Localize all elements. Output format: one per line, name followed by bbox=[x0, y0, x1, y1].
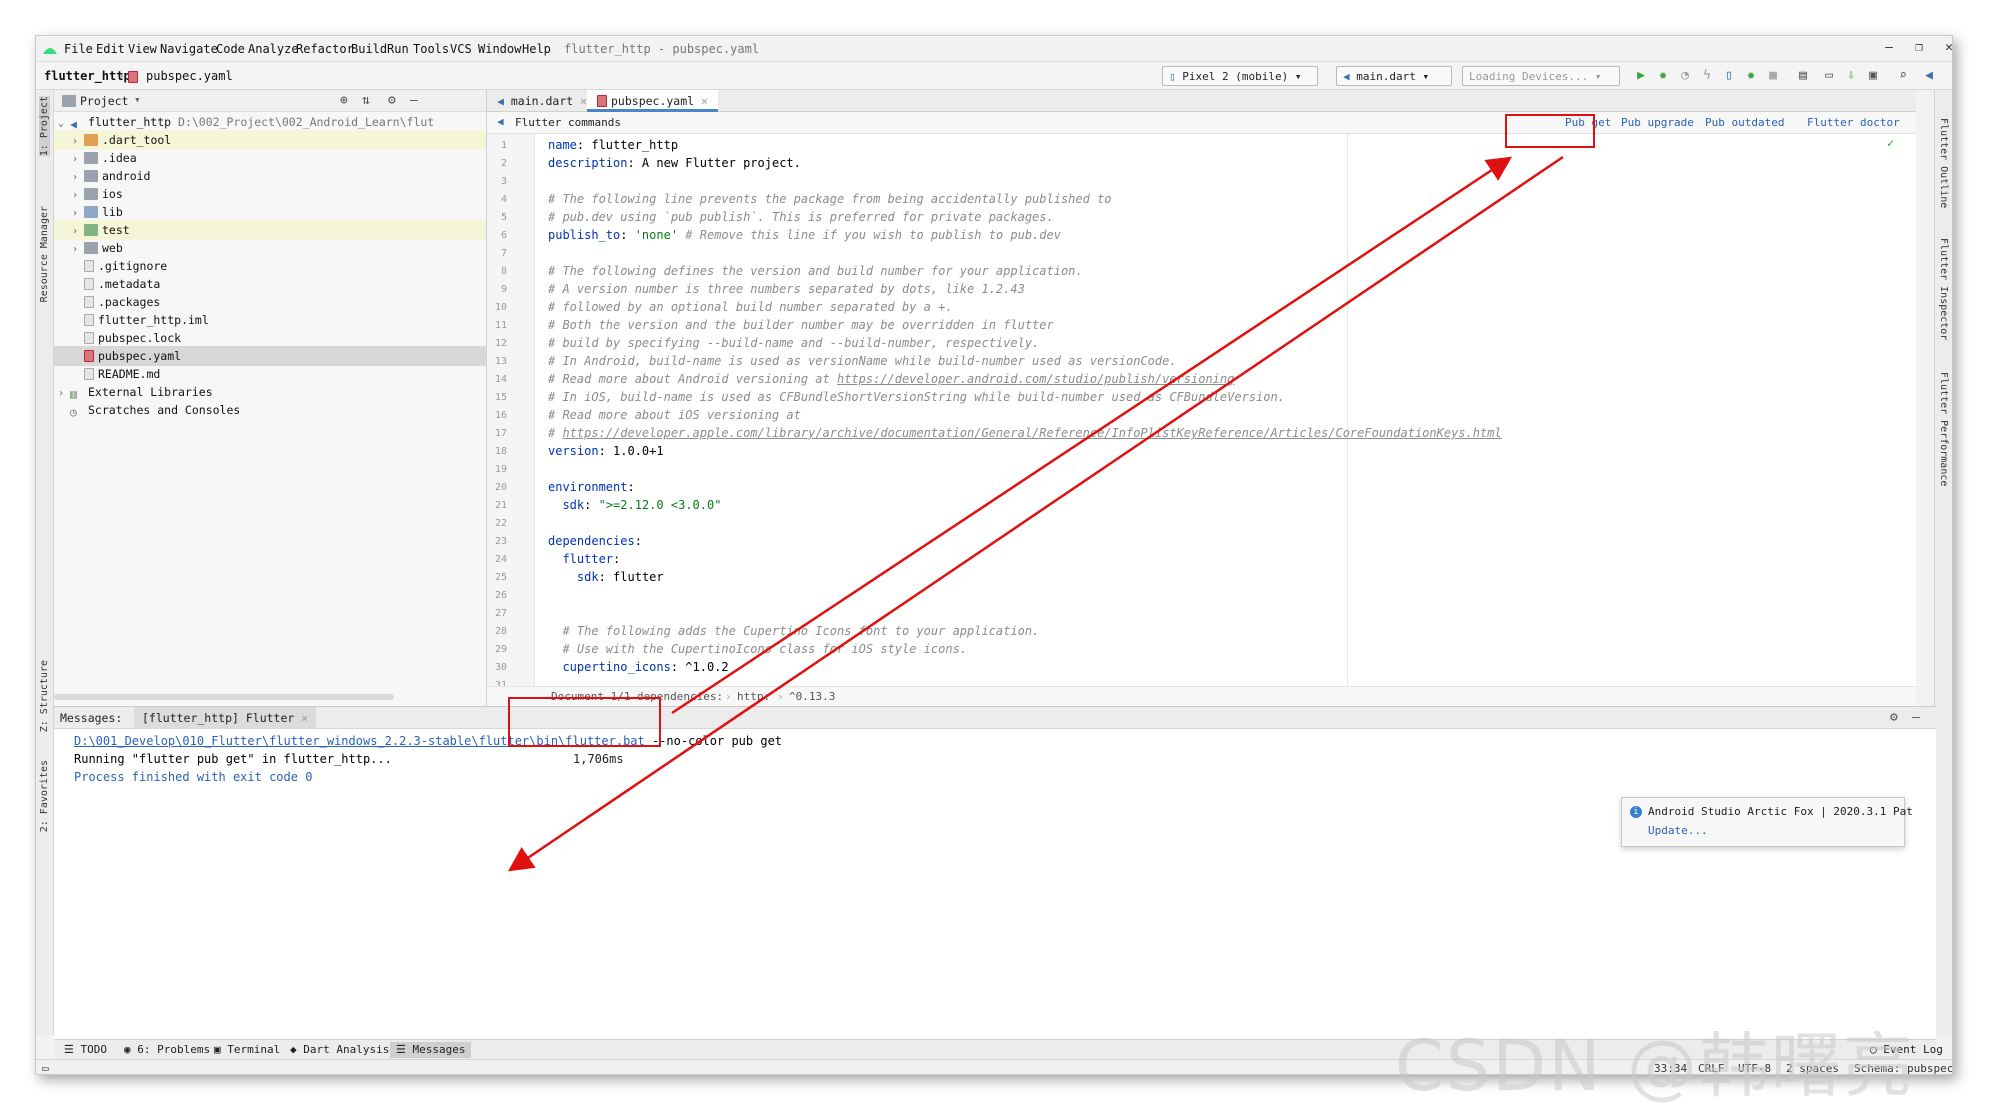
arrow-to-pub-get bbox=[671, 156, 1513, 715]
watermark: CSDN @韩曙亮 bbox=[1395, 1025, 1915, 1107]
annotation-arrows bbox=[507, 155, 1564, 872]
arrow-to-console-output bbox=[507, 155, 1564, 872]
